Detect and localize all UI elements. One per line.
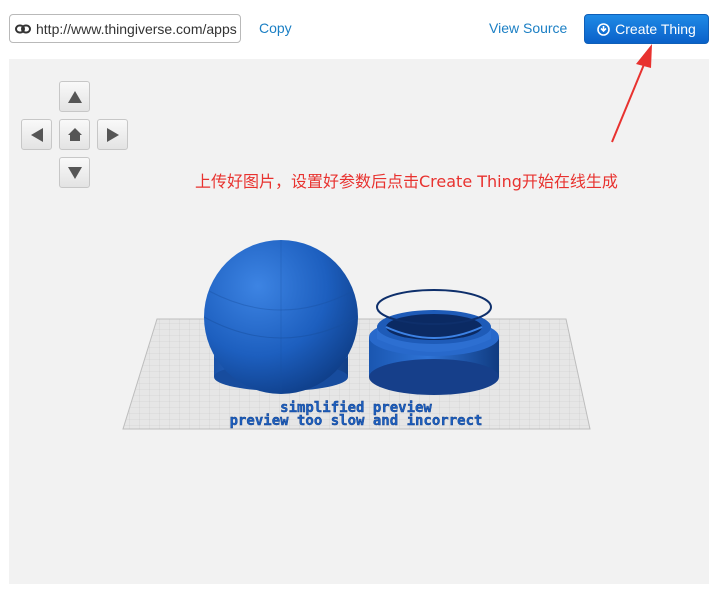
url-input[interactable] [36, 20, 240, 37]
preview-caption-line2: preview too slow and incorrect [230, 413, 483, 429]
model-preview-viewport[interactable]: simplified preview preview too slow and … [9, 59, 709, 584]
view-source-link[interactable]: View Source [489, 20, 567, 36]
instruction-annotation: 上传好图片，设置好参数后点击Create Thing开始在线生成 [195, 172, 618, 191]
create-thing-label: Create Thing [615, 21, 696, 37]
toolbar: Copy View Source Create Thing [0, 0, 718, 58]
3d-model-scene: simplified preview preview too slow and … [122, 240, 591, 430]
url-field-container [9, 14, 241, 43]
download-circle-icon [597, 22, 610, 36]
ring-model [369, 289, 499, 395]
copy-link[interactable]: Copy [259, 20, 292, 36]
create-thing-button[interactable]: Create Thing [584, 14, 709, 44]
link-icon [10, 15, 36, 42]
sphere-model [203, 240, 359, 394]
